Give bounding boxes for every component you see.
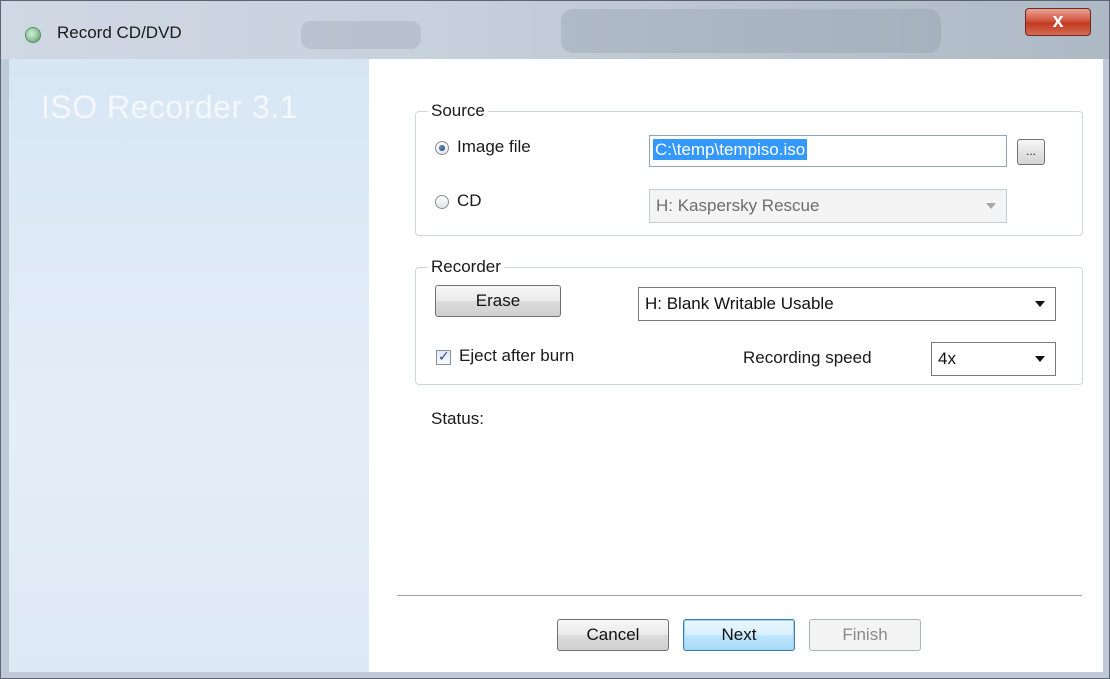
recorder-drive-value: H: Blank Writable Usable bbox=[645, 294, 834, 313]
sidebar-title: ISO Recorder 3.1 bbox=[41, 89, 298, 125]
dialog-client-area: ISO Recorder 3.1 Source Image file C:\te… bbox=[9, 59, 1103, 672]
chevron-down-icon bbox=[1035, 301, 1045, 307]
title-bar-background-blur bbox=[561, 9, 941, 53]
window-title: Record CD/DVD bbox=[57, 23, 182, 42]
recording-speed-value: 4x bbox=[938, 349, 956, 368]
browse-icon: ... bbox=[1025, 144, 1036, 158]
app-icon bbox=[25, 27, 41, 43]
close-icon: x bbox=[1052, 10, 1064, 32]
title-bar-background-blur bbox=[301, 21, 421, 49]
image-file-radio[interactable] bbox=[435, 141, 449, 155]
close-button[interactable]: x bbox=[1025, 8, 1091, 36]
eject-label[interactable]: Eject after burn bbox=[459, 346, 574, 366]
erase-button[interactable]: Erase bbox=[435, 285, 561, 317]
chevron-down-icon bbox=[1035, 356, 1045, 362]
finish-button[interactable]: Finish bbox=[809, 619, 921, 651]
image-file-label[interactable]: Image file bbox=[457, 137, 531, 157]
recorder-drive-select[interactable]: H: Blank Writable Usable bbox=[638, 287, 1056, 321]
eject-checkbox[interactable] bbox=[436, 348, 451, 365]
next-button[interactable]: Next bbox=[683, 619, 795, 651]
image-path-input[interactable]: C:\temp\tempiso.iso bbox=[649, 135, 1007, 167]
browse-button[interactable]: ... bbox=[1017, 139, 1045, 165]
status-label: Status: bbox=[431, 409, 484, 428]
recording-speed-select[interactable]: 4x bbox=[931, 342, 1056, 376]
cd-drive-value: H: Kaspersky Rescue bbox=[656, 196, 820, 215]
cd-radio[interactable] bbox=[435, 195, 449, 209]
cancel-button[interactable]: Cancel bbox=[557, 619, 669, 651]
cd-drive-select[interactable]: H: Kaspersky Rescue bbox=[649, 189, 1007, 223]
title-bar[interactable]: Record CD/DVD x bbox=[1, 1, 1109, 59]
recording-speed-label: Recording speed bbox=[743, 348, 872, 367]
recorder-legend: Recorder bbox=[431, 257, 501, 276]
chevron-down-icon bbox=[986, 203, 996, 209]
sidebar: ISO Recorder 3.1 bbox=[9, 59, 369, 672]
cd-label[interactable]: CD bbox=[457, 191, 482, 211]
footer-divider bbox=[397, 595, 1082, 596]
source-legend: Source bbox=[431, 101, 485, 120]
image-path-value: C:\temp\tempiso.iso bbox=[653, 139, 808, 160]
record-dialog: Record CD/DVD x ISO Recorder 3.1 Source … bbox=[0, 0, 1110, 679]
